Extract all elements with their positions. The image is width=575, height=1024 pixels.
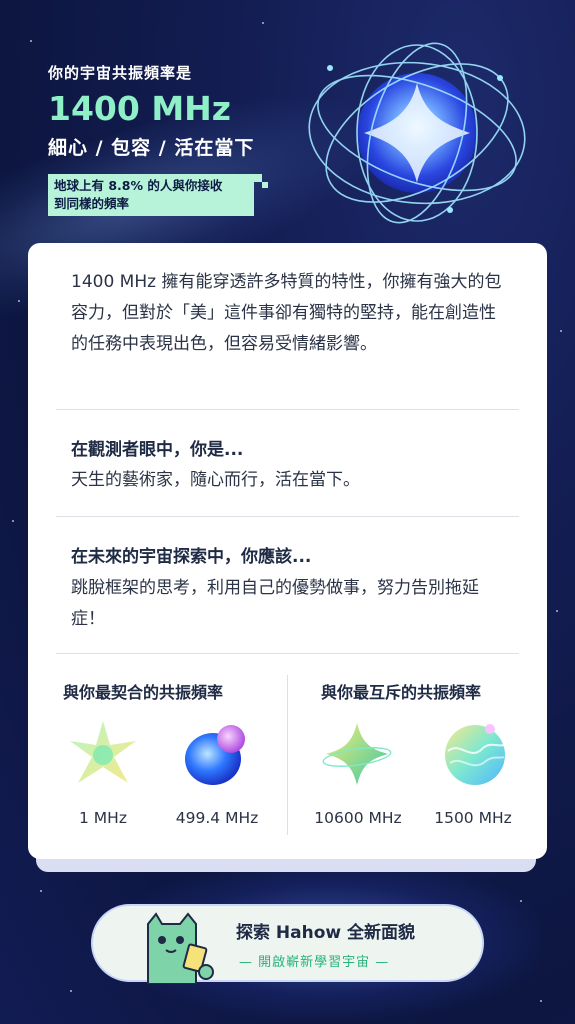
result-header: 你的宇宙共振頻率是 1400 MHz 細心 / 包容 / 活在當下 地球上有 8…: [48, 62, 328, 216]
stat-line-2: 到同樣的頻率: [54, 196, 130, 211]
star-decoration: [262, 22, 264, 24]
star-decoration: [18, 300, 20, 302]
wave-sphere-planet-icon[interactable]: [438, 717, 512, 791]
compatible-title: 與你最契合的共振頻率: [63, 683, 224, 702]
incompatible-frequency-label: 1500 MHz: [434, 809, 512, 827]
frequency-value: 1400 MHz: [48, 89, 231, 128]
star-decoration: [30, 40, 32, 42]
section-divider: [56, 653, 519, 654]
star-decoration: [556, 610, 558, 612]
mascot-icon: [147, 912, 214, 984]
observer-title: 在觀測者眼中，你是...: [71, 440, 244, 460]
column-divider: [287, 675, 288, 835]
frequency-orb-icon: [308, 42, 526, 224]
compatible-frequency-label: 499.4 MHz: [175, 809, 259, 827]
result-card: 1400 MHz 擁有能穿透許多特質的特性，你擁有強大的包容力，但對於「美」這件…: [28, 243, 547, 859]
ringed-star-planet-icon[interactable]: [320, 717, 394, 791]
blue-blob-planet-icon[interactable]: [181, 717, 255, 791]
stat-badge: 地球上有 8.8% 的人與你接收 到同樣的頻率: [48, 174, 268, 216]
star-decoration: [540, 1000, 542, 1002]
pixel-decoration: [262, 182, 268, 188]
star-decoration: [70, 990, 72, 992]
incompatible-frequency-label: 10600 MHz: [314, 809, 402, 827]
star-planet-icon[interactable]: [66, 717, 140, 791]
compatible-frequency-label: 1 MHz: [79, 809, 127, 827]
future-text: 跳脫框架的思考，利用自己的優勢做事，努力告別拖延症！: [71, 578, 479, 629]
section-divider: [56, 409, 519, 410]
incompatible-title: 與你最互斥的共振頻率: [321, 683, 482, 702]
pixel-decoration: [254, 174, 262, 182]
section-divider: [56, 516, 519, 517]
star-decoration: [520, 900, 522, 902]
traits-text: 細心 / 包容 / 活在當下: [48, 137, 255, 159]
future-title: 在未來的宇宙探索中，你應該...: [71, 547, 312, 567]
star-decoration: [12, 520, 14, 522]
observer-text: 天生的藝術家，隨心而行，活在當下。: [71, 470, 360, 490]
star-decoration: [560, 330, 562, 332]
cta-title: 探索 Hahow 全新面貌: [236, 923, 416, 943]
frequency-description: 1400 MHz 擁有能穿透許多特質的特性，你擁有強大的包容力，但對於「美」這件…: [71, 272, 502, 354]
stat-line-1: 地球上有 8.8% 的人與你接收: [54, 178, 223, 193]
star-decoration: [40, 890, 42, 892]
result-subtitle: 你的宇宙共振頻率是: [48, 64, 193, 82]
cta-subtitle: — 開啟嶄新學習宇宙 —: [239, 955, 390, 970]
